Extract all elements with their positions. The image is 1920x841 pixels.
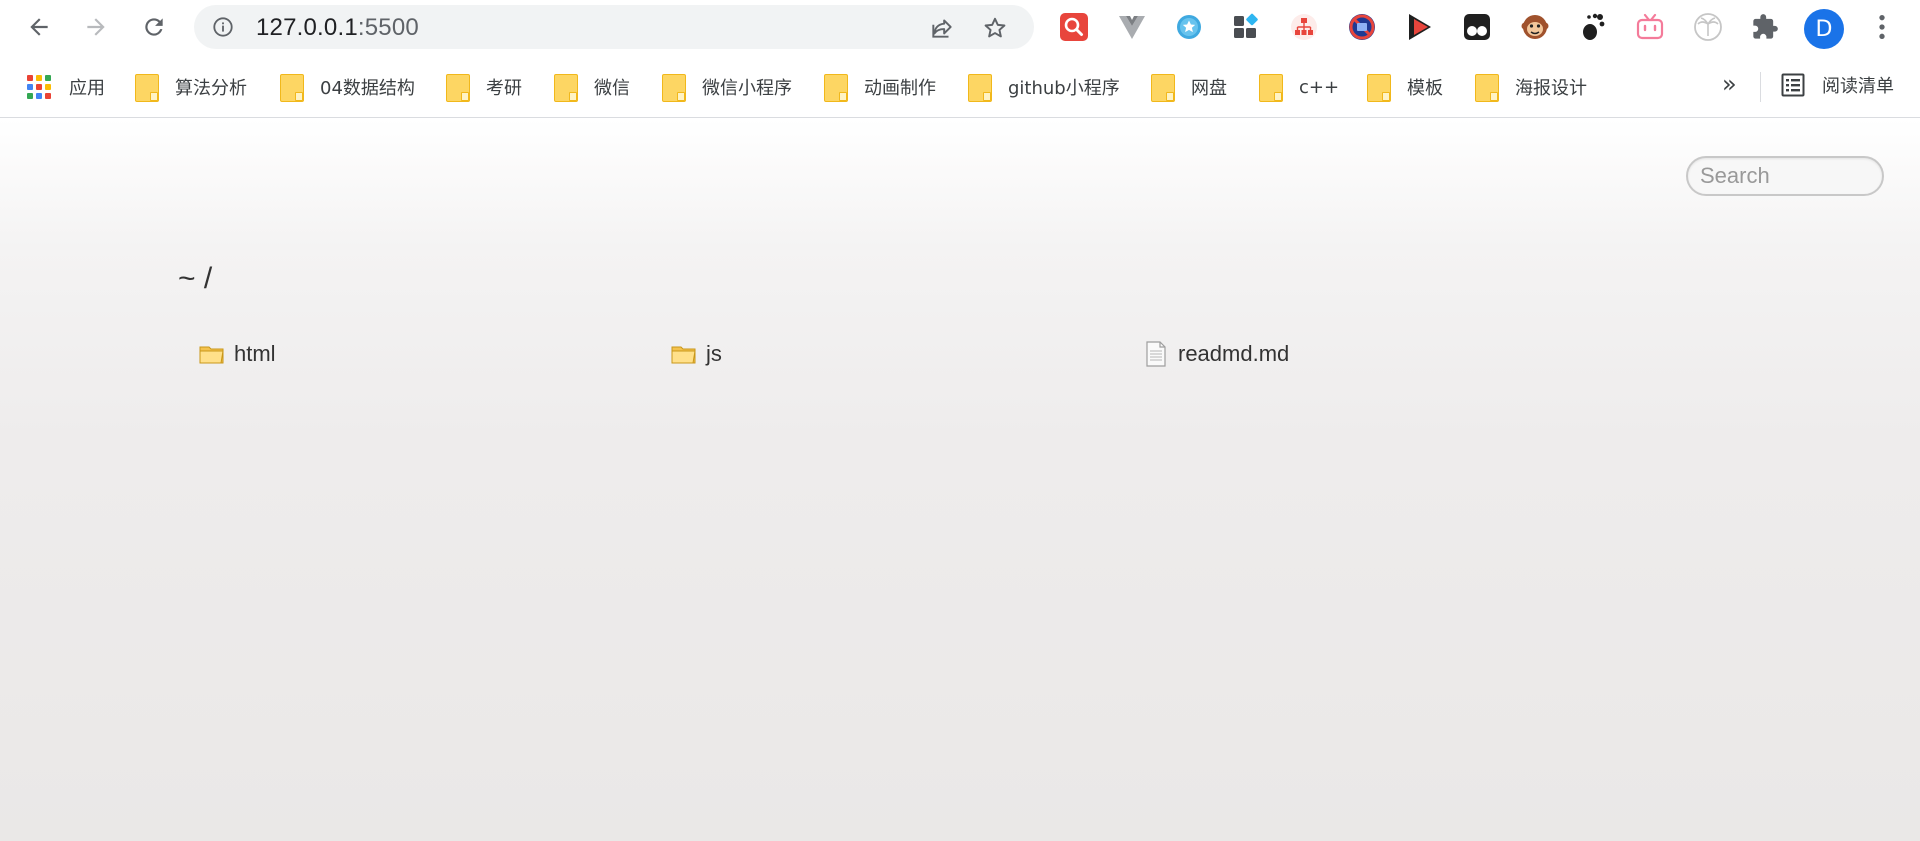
bookmark-folder[interactable]: 微信小程序 <box>662 72 792 102</box>
reload-icon <box>145 18 163 36</box>
bookmark-folder[interactable]: 模板 <box>1367 72 1443 102</box>
extension-vue-icon[interactable] <box>1116 11 1148 43</box>
extension-palm-icon[interactable] <box>1692 11 1724 43</box>
bookmarks-divider <box>1760 72 1761 102</box>
reading-list-label: 阅读清单 <box>1822 76 1894 97</box>
bookmark-folder-icon <box>280 74 304 102</box>
bookmark-folder[interactable]: c++ <box>1259 72 1339 102</box>
extension-tampermonkey-icon[interactable] <box>1461 11 1493 43</box>
forward-button[interactable] <box>78 9 114 45</box>
file-name: html <box>234 341 276 366</box>
bookmark-label: 网盘 <box>1191 78 1227 99</box>
file-list-item-file[interactable]: readmd.md <box>1142 338 1289 370</box>
browser-toolbar: 127.0.0.1:5500 D <box>0 0 1920 54</box>
bookmark-folder[interactable]: 考研 <box>446 72 522 102</box>
bookmark-label: 动画制作 <box>864 78 936 99</box>
breadcrumb: ~ / <box>178 262 213 295</box>
bookmark-folder[interactable]: 算法分析 <box>135 72 247 102</box>
apps-grid-icon <box>27 75 51 99</box>
url-text[interactable]: 127.0.0.1:5500 <box>256 15 419 41</box>
bookmark-folder-icon <box>135 74 159 102</box>
bookmark-label: 04数据结构 <box>320 78 415 99</box>
profile-avatar[interactable]: D <box>1804 9 1844 49</box>
extension-apps-icon[interactable] <box>1230 11 1262 43</box>
text-file-icon <box>1146 341 1166 367</box>
bookmark-folder[interactable]: 网盘 <box>1151 72 1227 102</box>
bookmark-folder[interactable]: github小程序 <box>968 72 1120 102</box>
extension-blocked-icon[interactable] <box>1346 11 1378 43</box>
bookmark-folder-icon <box>1259 74 1283 102</box>
reading-list-button[interactable]: 阅读清单 <box>1780 72 1894 98</box>
arrow-right-icon <box>87 18 105 36</box>
url-port: :5500 <box>357 14 419 41</box>
file-list-item-folder[interactable]: js <box>670 338 722 370</box>
folder-icon <box>199 346 224 364</box>
file-list-item-folder[interactable]: html <box>198 338 276 370</box>
extension-star-badge-icon[interactable] <box>1173 11 1205 43</box>
info-icon[interactable] <box>212 16 234 38</box>
search-input[interactable] <box>1686 156 1884 196</box>
bookmark-label: 考研 <box>486 78 522 99</box>
bookmarks-bar: 应用 算法分析 04数据结构 考研 微信 微信小程序 动画制作 github小程… <box>0 54 1920 118</box>
bookmark-folder-icon <box>1367 74 1391 102</box>
bookmark-apps[interactable]: 应用 <box>27 72 105 102</box>
bookmark-folder[interactable]: 微信 <box>554 72 630 102</box>
extensions-puzzle-icon[interactable] <box>1749 11 1781 43</box>
file-name: readmd.md <box>1178 341 1290 366</box>
extension-search-icon[interactable] <box>1058 11 1090 43</box>
bookmark-folder[interactable]: 动画制作 <box>824 72 936 102</box>
extension-sitemap-icon[interactable] <box>1288 11 1320 43</box>
bookmark-label: 模板 <box>1407 78 1443 99</box>
folder-icon <box>671 346 696 364</box>
star-icon[interactable] <box>982 15 1008 41</box>
bookmarks-overflow-button[interactable]: » <box>1722 70 1737 98</box>
reading-list-icon <box>1781 73 1805 97</box>
bookmark-folder-icon <box>1151 74 1175 102</box>
bookmark-folder-icon <box>1475 74 1499 102</box>
bookmark-folder-icon <box>554 74 578 102</box>
reload-button[interactable] <box>136 9 172 45</box>
bookmark-label: 海报设计 <box>1515 78 1587 99</box>
bookmark-folder[interactable]: 04数据结构 <box>280 72 415 102</box>
bookmark-folder-icon <box>968 74 992 102</box>
kebab-menu-icon[interactable] <box>1866 11 1898 43</box>
share-icon[interactable] <box>929 15 955 41</box>
bookmark-label: github小程序 <box>1008 78 1120 99</box>
extension-monkey-icon[interactable] <box>1519 11 1551 43</box>
bookmark-label: 应用 <box>69 78 105 99</box>
extension-gnome-foot-icon[interactable] <box>1577 11 1609 43</box>
bookmark-label: 算法分析 <box>175 78 247 99</box>
back-button[interactable] <box>21 9 57 45</box>
address-bar[interactable]: 127.0.0.1:5500 <box>194 5 1034 49</box>
bookmark-label: 微信 <box>594 78 630 99</box>
bookmark-folder[interactable]: 海报设计 <box>1475 72 1587 102</box>
bookmark-label: 微信小程序 <box>702 78 792 99</box>
extension-bilibili-icon[interactable] <box>1634 11 1666 43</box>
bookmark-folder-icon <box>662 74 686 102</box>
file-name: js <box>706 341 722 366</box>
file-list: html js readmd.md <box>198 338 1698 378</box>
directory-listing-page: ~ / html js readmd.md <box>0 118 1920 841</box>
extension-play-icon[interactable] <box>1404 11 1436 43</box>
url-host: 127.0.0.1 <box>256 14 358 41</box>
bookmark-folder-icon <box>824 74 848 102</box>
bookmark-folder-icon <box>446 74 470 102</box>
bookmark-label: c++ <box>1299 76 1340 98</box>
arrow-left-icon <box>30 18 48 36</box>
